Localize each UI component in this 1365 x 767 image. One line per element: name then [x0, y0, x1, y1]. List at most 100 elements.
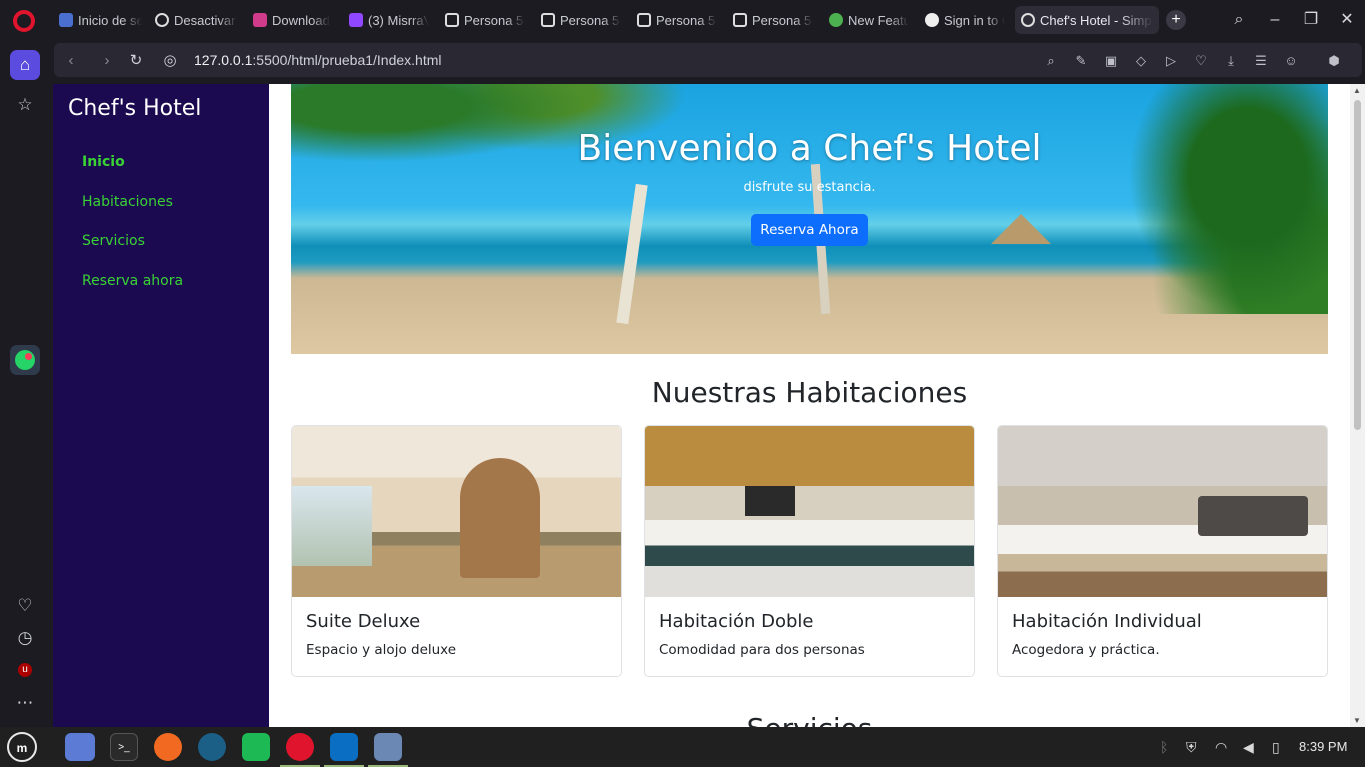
nav-link-servicios[interactable]: Servicios	[82, 233, 145, 249]
back-icon[interactable]: ‹	[62, 52, 80, 70]
opera-logo-icon[interactable]	[13, 10, 35, 32]
tab-label: Sign in to G	[944, 12, 1005, 28]
tab-persona-3[interactable]: Persona 5 F	[631, 6, 723, 34]
browser-tab-bar: Inicio de se Desactivar l Download (3) M…	[0, 0, 1365, 40]
url-field[interactable]: 127.0.0.1:5500/html/prueba1/Index.html	[194, 52, 442, 68]
scroll-down-arrow-icon[interactable]: ▼	[1353, 716, 1361, 725]
room-photo	[292, 426, 621, 597]
globe-icon[interactable]: ◎	[161, 52, 179, 70]
wifi-icon[interactable]: ◠	[1215, 739, 1227, 756]
room-card-individual[interactable]: Habitación Individual Acogedora y prácti…	[997, 425, 1328, 677]
tab-twitch[interactable]: (3) MisrraV	[343, 6, 435, 34]
screenshot-camera-icon[interactable]	[374, 733, 402, 761]
camera-icon[interactable]: ▣	[1102, 52, 1120, 70]
more-options-icon[interactable]: ⋯	[10, 688, 40, 718]
hero-title: Bienvenido a Chef's Hotel	[577, 128, 1042, 169]
tab-chefs-hotel[interactable]: Chef's Hotel - Simpl	[1015, 6, 1159, 34]
twitch-favicon-icon	[349, 13, 363, 27]
spotify-icon[interactable]	[242, 733, 270, 761]
room-card-title: Habitación Individual	[1012, 611, 1202, 632]
palm-trunk	[616, 183, 648, 325]
bluetooth-icon[interactable]: ᛒ	[1160, 739, 1168, 755]
tab-label: New Featu	[848, 12, 909, 28]
search-page-icon[interactable]: ⌕	[1042, 52, 1060, 70]
github-favicon-icon	[925, 13, 939, 27]
tab-inicio[interactable]: Inicio de se	[53, 6, 148, 34]
tab-persona-4[interactable]: Persona 5 F	[727, 6, 819, 34]
scroll-thumb[interactable]	[1354, 100, 1361, 430]
opera-icon[interactable]	[286, 733, 314, 761]
reserve-now-button[interactable]: Reserva Ahora	[751, 214, 868, 246]
whatsapp-icon[interactable]	[10, 345, 40, 375]
tab-label: Persona 5 F	[560, 12, 621, 28]
site-sidebar: Chef's Hotel Inicio Habitaciones Servici…	[53, 84, 269, 727]
profile-icon[interactable]: ☺	[1282, 52, 1300, 70]
room-card-suite[interactable]: Suite Deluxe Espacio y alojo deluxe	[291, 425, 622, 677]
steam-icon[interactable]	[198, 733, 226, 761]
tab-label: Chef's Hotel - Simpl	[1040, 12, 1153, 28]
new-tab-plus-icon[interactable]: +	[1166, 10, 1186, 30]
scroll-up-arrow-icon[interactable]: ▲	[1353, 86, 1361, 95]
tab-label: Persona 5 F	[752, 12, 813, 28]
forward-icon[interactable]: ›	[98, 52, 116, 70]
minimize-icon[interactable]: –	[1263, 8, 1287, 32]
m-favicon-icon	[829, 13, 843, 27]
room-card-text: Acogedora y práctica.	[1012, 642, 1160, 658]
puzzle-favicon-icon	[541, 13, 555, 27]
ublock-icon[interactable]: u	[10, 655, 40, 685]
download-favicon-icon	[253, 13, 267, 27]
site-favicon-icon	[59, 13, 73, 27]
beach-umbrella	[991, 214, 1051, 244]
nav-link-reserva[interactable]: Reserva ahora	[82, 273, 183, 289]
hero-subtitle: disfrute su estancia.	[743, 180, 876, 195]
puzzle-favicon-icon	[445, 13, 459, 27]
nav-link-inicio[interactable]: Inicio	[82, 154, 125, 170]
download-icon[interactable]: ⤓	[1222, 52, 1240, 70]
mint-menu-icon[interactable]: m	[7, 732, 37, 762]
clock[interactable]: 8:39 PM	[1299, 739, 1347, 754]
tab-label: Persona 5 F	[656, 12, 717, 28]
room-photo	[998, 426, 1327, 597]
tab-desactivar[interactable]: Desactivar l	[149, 6, 244, 34]
vscode-icon[interactable]	[330, 733, 358, 761]
files-icon[interactable]	[65, 733, 95, 761]
room-card-text: Espacio y alojo deluxe	[306, 642, 457, 658]
shield-icon[interactable]: ◇	[1132, 52, 1150, 70]
globe-favicon-icon	[1021, 13, 1035, 27]
site-brand[interactable]: Chef's Hotel	[68, 96, 201, 121]
volume-icon[interactable]: ◀	[1243, 739, 1254, 756]
room-card-text: Comodidad para dos personas	[659, 642, 865, 658]
room-card-doble[interactable]: Habitación Doble Comodidad para dos pers…	[644, 425, 975, 677]
address-bar-row: ‹ › ↻ ◎ 127.0.0.1:5500/html/prueba1/Inde…	[50, 40, 1365, 80]
page-viewport: Chef's Hotel Inicio Habitaciones Servici…	[53, 84, 1350, 727]
edit-icon[interactable]: ✎	[1072, 52, 1090, 70]
room-card-title: Suite Deluxe	[306, 611, 421, 632]
address-bar[interactable]: ‹ › ↻ ◎ 127.0.0.1:5500/html/prueba1/Inde…	[54, 43, 1362, 77]
play-icon[interactable]: ▷	[1162, 52, 1180, 70]
tab-persona-1[interactable]: Persona 5 F	[439, 6, 531, 34]
close-icon[interactable]: ✕	[1335, 8, 1359, 32]
history-clock-icon[interactable]: ◷	[10, 623, 40, 653]
search-icon[interactable]: ⌕	[1227, 8, 1251, 32]
star-icon[interactable]: ☆	[10, 90, 40, 120]
puzzle-favicon-icon	[733, 13, 747, 27]
nav-link-habitaciones[interactable]: Habitaciones	[82, 194, 173, 210]
heart-icon[interactable]: ♡	[10, 591, 40, 621]
menu-icon[interactable]: ☰	[1252, 52, 1270, 70]
tab-github[interactable]: Sign in to G	[919, 6, 1011, 34]
tab-download[interactable]: Download	[247, 6, 339, 34]
shield-status-icon[interactable]: ⛨	[1186, 739, 1197, 756]
firefox-icon[interactable]	[154, 733, 182, 761]
terminal-icon[interactable]: >_	[110, 733, 138, 761]
heart-icon[interactable]: ♡	[1192, 52, 1210, 70]
tab-persona-2[interactable]: Persona 5 F	[535, 6, 627, 34]
battery-icon[interactable]: ▯	[1272, 739, 1280, 756]
room-photo	[645, 426, 974, 597]
url-host: 127.0.0.1	[194, 52, 253, 68]
extensions-cube-icon[interactable]: ⬢	[1325, 52, 1343, 70]
page-scrollbar[interactable]: ▲ ▼	[1350, 84, 1365, 727]
home-icon[interactable]: ⌂	[10, 50, 40, 80]
tab-new-features[interactable]: New Featu	[823, 6, 915, 34]
reload-icon[interactable]: ↻	[127, 52, 145, 70]
restore-icon[interactable]: ❐	[1299, 8, 1323, 32]
